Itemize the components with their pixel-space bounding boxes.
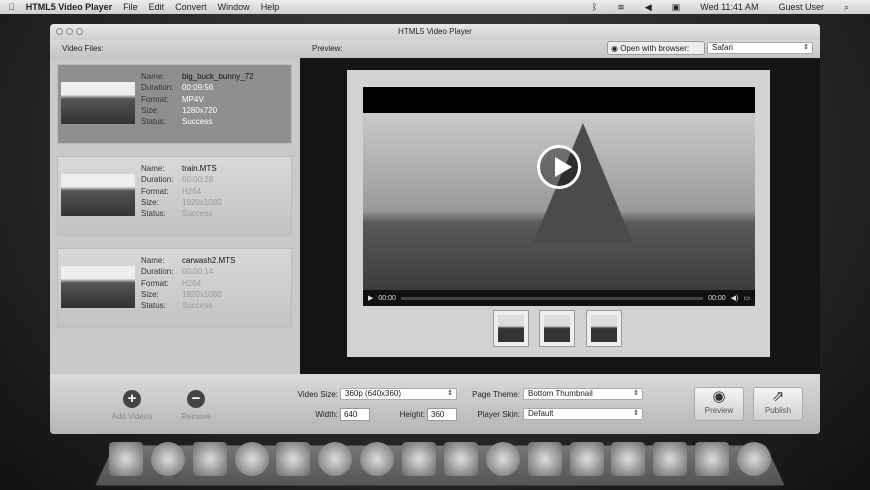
browser-select[interactable]: Safari (707, 42, 813, 54)
menu-window[interactable]: Window (218, 2, 250, 12)
bottom-toolbar: + Add Videos − Remove Video Size: 360p (64… (50, 374, 820, 434)
calendar-icon[interactable] (443, 442, 478, 476)
finder-icon[interactable] (108, 442, 143, 476)
video-thumbnail (61, 174, 135, 216)
app-window: HTML5 Video Player Video Files: Preview:… (50, 24, 820, 434)
contacts-icon[interactable] (402, 442, 437, 476)
video-list: Name: big_buck_bunny_72 Duration: 00:09:56… (50, 58, 300, 374)
header-bar: Video Files: Preview: ◉ Open with browse… (50, 40, 820, 58)
preview-app-icon[interactable] (276, 442, 311, 476)
video-thumbnail (61, 82, 135, 124)
player-skin-label: Player Skin: (477, 410, 520, 419)
player-stage: ▶ 00:00 00:00 ◀) ▭ (347, 70, 770, 357)
height-input[interactable]: 360 (427, 408, 457, 421)
eye-icon: ◉ (712, 388, 726, 405)
plus-icon: + (123, 390, 141, 408)
height-label: Height: (399, 410, 425, 419)
open-with-browser-button[interactable]: ◉ Open with browser: (607, 41, 705, 55)
spotlight-icon[interactable]: ⌕ (844, 2, 849, 13)
scene-thumbnail[interactable] (586, 310, 622, 347)
safari-icon[interactable] (318, 442, 353, 476)
zoom-button[interactable] (76, 28, 83, 35)
mission-control-icon[interactable] (192, 442, 227, 476)
preview-button[interactable]: ◉ Preview (694, 387, 744, 421)
player-controls: ▶ 00:00 00:00 ◀) ▭ (363, 290, 755, 306)
trash-icon[interactable] (611, 442, 646, 476)
window-title: HTML5 Video Player (398, 27, 472, 36)
menu-bar:  HTML5 Video Player File Edit Convert W… (0, 0, 870, 14)
video-frame (363, 113, 755, 290)
page-theme-select[interactable]: Bottom Thumbnail (523, 388, 643, 400)
width-label: Width: (315, 410, 338, 419)
remove-button[interactable]: − Remove (172, 390, 220, 421)
play-icon[interactable] (537, 145, 581, 189)
volume-icon[interactable]: ◀ (645, 2, 652, 13)
video-thumbnail (61, 266, 135, 308)
video-player-app-icon[interactable] (527, 442, 562, 476)
facetime-icon[interactable] (360, 442, 395, 476)
publish-button[interactable]: ⇗ Publish (753, 387, 803, 421)
document-icon[interactable] (653, 442, 688, 476)
preview-label: Preview: (312, 44, 343, 53)
current-time: 00:00 (378, 294, 396, 302)
dock-icons (105, 438, 775, 480)
video-item[interactable]: Name: train.MTS Duration: 00:00:28 Format:… (57, 156, 292, 236)
scene-thumbnail[interactable] (493, 310, 529, 347)
video-files-label: Video Files: (62, 44, 104, 53)
menu-help[interactable]: Help (261, 2, 280, 12)
preview-pane: ▶ 00:00 00:00 ◀) ▭ (300, 58, 820, 374)
menu-file[interactable]: File (123, 2, 138, 12)
add-videos-button[interactable]: + Add Videos (108, 390, 156, 421)
battery-icon[interactable]: ▣ (672, 2, 681, 13)
close-button[interactable] (56, 28, 63, 35)
clock[interactable]: Wed 11:41 AM (700, 2, 758, 12)
scene-thumbnail[interactable] (539, 310, 575, 347)
width-input[interactable]: 640 (340, 408, 370, 421)
user-menu[interactable]: Guest User (778, 2, 824, 12)
wifi-icon[interactable]: ≋ (617, 2, 625, 13)
video-item[interactable]: Name: carwash2.MTS Duration: 00:00:14 Form… (57, 248, 292, 328)
app-store-icon[interactable] (234, 442, 269, 476)
play-small-icon[interactable]: ▶ (368, 294, 373, 302)
page-theme-label: Page Theme: (472, 390, 520, 399)
fullscreen-icon[interactable]: ▭ (743, 294, 750, 302)
minimize-button[interactable] (66, 28, 73, 35)
export-icon: ⇗ (771, 388, 785, 405)
video-item[interactable]: Name: big_buck_bunny_72 Duration: 00:09:56… (57, 64, 292, 144)
browser-icon: ◉ (611, 44, 621, 53)
system-preferences-icon[interactable] (569, 442, 604, 476)
player-skin-select[interactable]: Default (523, 408, 643, 420)
volume-icon[interactable]: ◀) (731, 294, 739, 302)
video-size-select[interactable]: 360p (640x360) (340, 388, 457, 400)
video-size-label: Video Size: (297, 390, 338, 399)
trash-bin-icon[interactable] (737, 442, 772, 476)
total-time: 00:00 (708, 294, 726, 302)
bluetooth-icon[interactable]: ᛒ (592, 2, 597, 12)
menu-edit[interactable]: Edit (149, 2, 165, 12)
video-player[interactable]: ▶ 00:00 00:00 ◀) ▭ (363, 87, 755, 306)
apple-icon[interactable]:  (8, 2, 15, 12)
menu-app[interactable]: HTML5 Video Player (26, 2, 112, 12)
title-bar: HTML5 Video Player (50, 24, 820, 40)
seek-bar[interactable] (400, 296, 704, 300)
document-icon[interactable] (695, 442, 730, 476)
launchpad-icon[interactable] (150, 442, 185, 476)
minus-icon: − (187, 390, 205, 408)
menu-convert[interactable]: Convert (175, 2, 207, 12)
itunes-icon[interactable] (485, 442, 520, 476)
